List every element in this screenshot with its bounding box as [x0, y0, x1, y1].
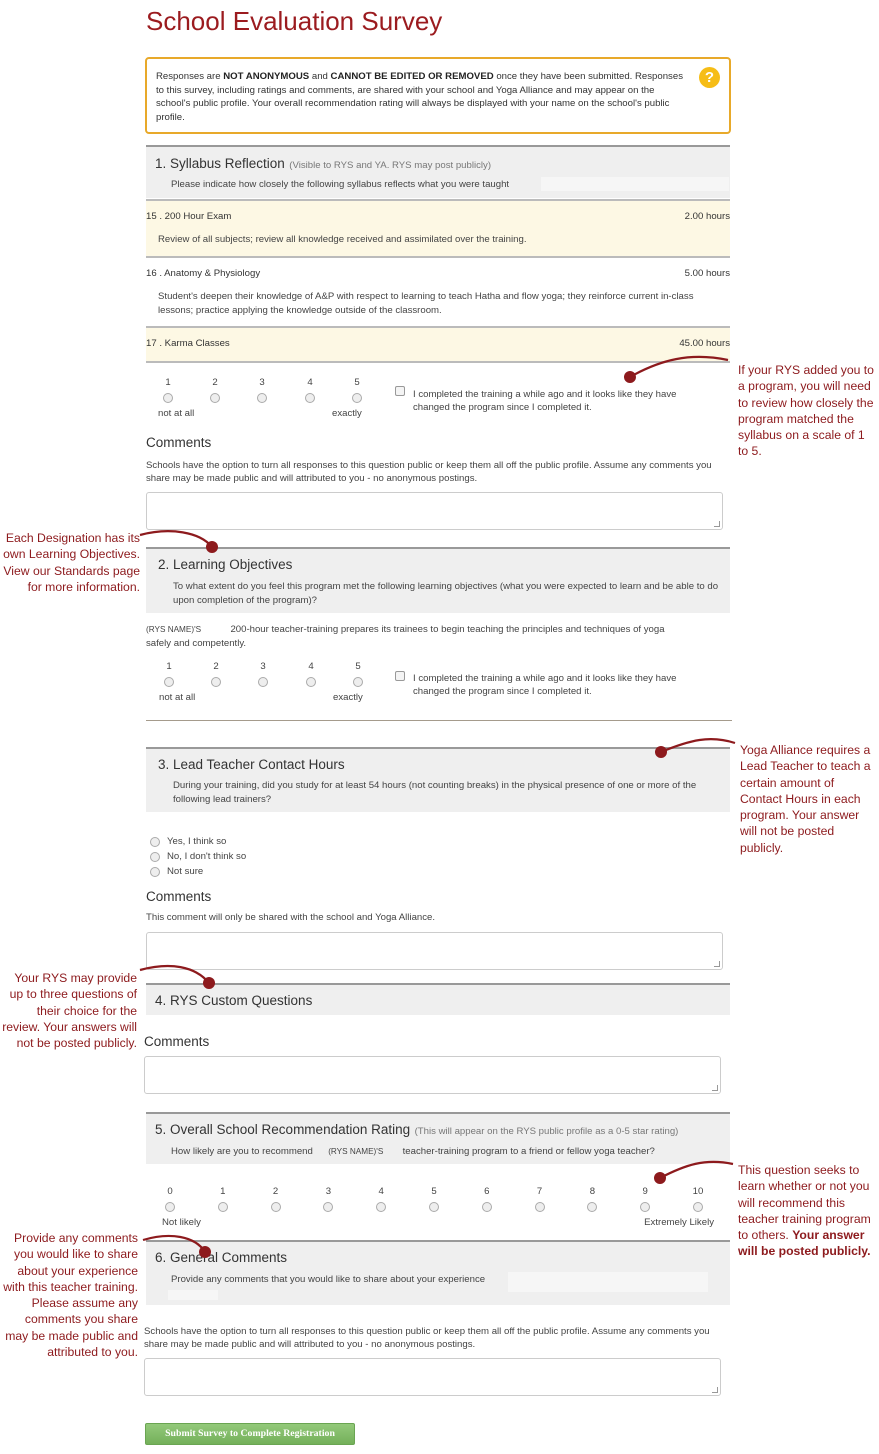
annotation-dot: [203, 977, 215, 989]
annotation-recommendation: This question seeks to learn whether or …: [738, 1163, 871, 1259]
annotation-connector: [139, 964, 210, 984]
annotation-connector: [659, 1160, 734, 1179]
annotation-connector: [629, 355, 729, 378]
annotation-dot: [206, 541, 218, 553]
annotation-custom-questions: Your RYS may provide up to three questio…: [2, 971, 137, 1051]
annotation-dot: [655, 746, 667, 758]
annotation-connector: [142, 1234, 206, 1253]
annotation-contact-hours: Yoga Alliance requires a Lead Teacher to…: [740, 743, 871, 855]
annotation-syllabus: If your RYS added you to a program, you …: [738, 363, 874, 459]
annotation-general-comments: Provide any comments you would like to s…: [3, 1231, 138, 1360]
annotation-dot: [199, 1246, 211, 1258]
annotation-dot: [654, 1172, 666, 1184]
annotation-connector: [660, 738, 736, 754]
annotation-connector: [139, 530, 213, 548]
annotation-learning-objectives: Each Designation has its own Learning Ob…: [3, 531, 140, 594]
annotation-dot: [624, 371, 636, 383]
